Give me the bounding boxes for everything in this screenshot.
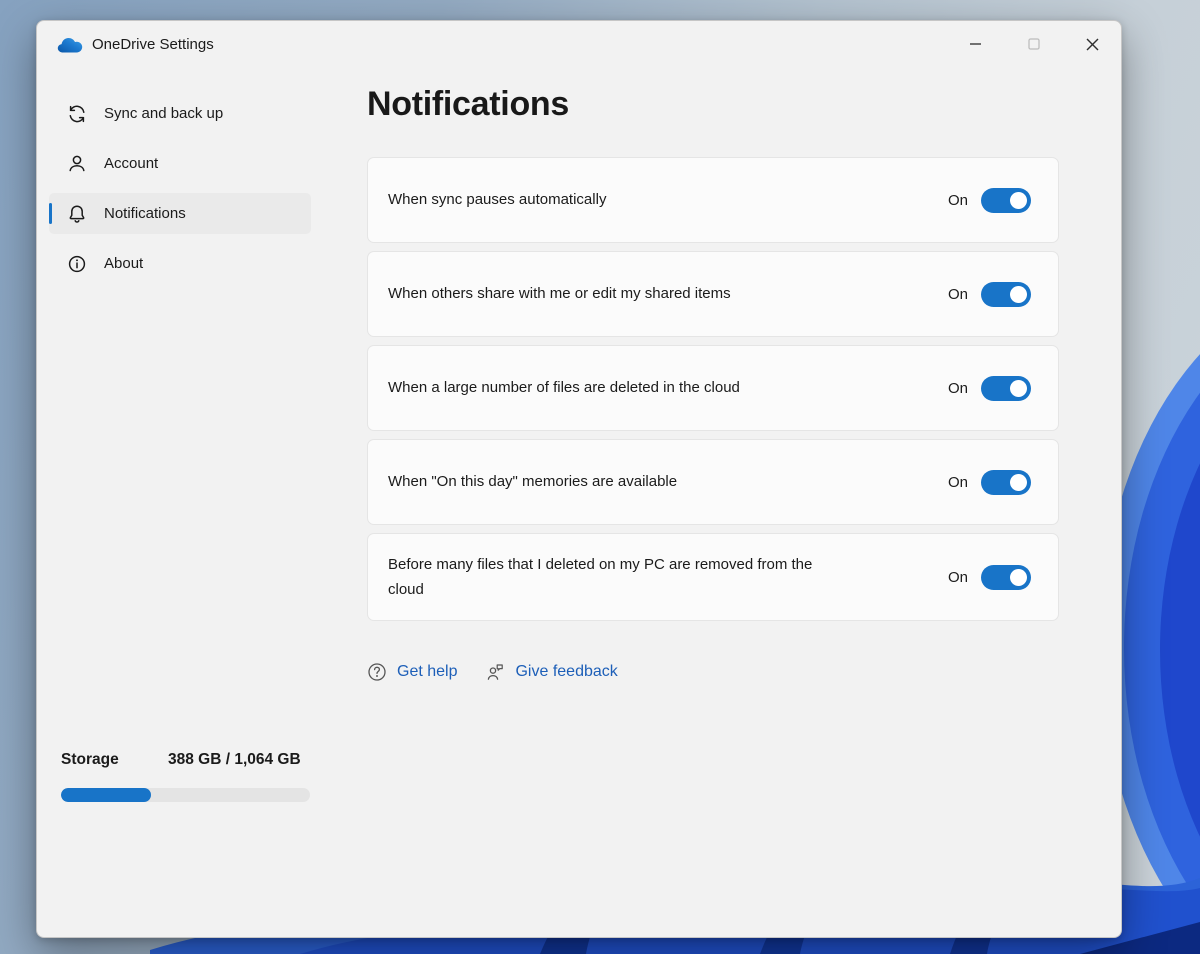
toggle-switch[interactable] (981, 565, 1031, 590)
onedrive-settings-window: OneDrive Settings Sync and back up (36, 20, 1122, 938)
setting-label: When "On this day" memories are availabl… (388, 469, 677, 495)
setting-card-others-share: When others share with me or edit my sha… (367, 251, 1059, 337)
toggle-state-label: On (948, 474, 968, 491)
help-links-row: Get help Give feedback (367, 662, 646, 682)
maximize-icon (1028, 38, 1040, 50)
storage-label: Storage (61, 751, 119, 769)
toggle-knob (1010, 192, 1027, 209)
toggle-knob (1010, 380, 1027, 397)
onedrive-cloud-icon (57, 36, 83, 53)
minimize-button[interactable] (947, 21, 1005, 67)
sidebar-item-label: Sync and back up (104, 105, 223, 122)
toggle-switch[interactable] (981, 376, 1031, 401)
sidebar-item-label: Notifications (104, 205, 186, 222)
setting-label: When others share with me or edit my sha… (388, 281, 731, 307)
give-feedback-link[interactable]: Give feedback (485, 662, 617, 682)
setting-label: When sync pauses automatically (388, 187, 606, 213)
help-circle-icon (367, 662, 387, 682)
toggle-knob (1010, 286, 1027, 303)
storage-value: 388 GB / 1,064 GB (168, 751, 301, 769)
person-icon (67, 154, 87, 174)
setting-card-sync-pauses: When sync pauses automatically On (367, 157, 1059, 243)
setting-label: Before many files that I deleted on my P… (388, 552, 828, 603)
sidebar-item-about[interactable]: About (49, 243, 311, 284)
setting-card-files-deleted-cloud: When a large number of files are deleted… (367, 345, 1059, 431)
toggle-switch[interactable] (981, 188, 1031, 213)
toggle-state-label: On (948, 569, 968, 586)
page-title: Notifications (367, 85, 569, 124)
bell-icon (67, 204, 87, 224)
toggle-knob (1010, 474, 1027, 491)
window-title: OneDrive Settings (92, 36, 214, 53)
toggle-state-label: On (948, 286, 968, 303)
storage-progress-fill (61, 788, 151, 802)
sidebar-item-sync-and-back-up[interactable]: Sync and back up (49, 93, 311, 134)
toggle-switch[interactable] (981, 470, 1031, 495)
storage-progress-bar (61, 788, 310, 802)
maximize-button[interactable] (1005, 21, 1063, 67)
get-help-link[interactable]: Get help (367, 662, 457, 682)
toggle-knob (1010, 569, 1027, 586)
give-feedback-label: Give feedback (515, 663, 617, 681)
toggle-switch[interactable] (981, 282, 1031, 307)
sidebar-item-label: About (104, 255, 143, 272)
close-icon (1086, 38, 1099, 51)
info-icon (67, 254, 87, 274)
get-help-label: Get help (397, 663, 457, 681)
setting-label: When a large number of files are deleted… (388, 375, 740, 401)
sidebar-item-account[interactable]: Account (49, 143, 311, 184)
sidebar-item-label: Account (104, 155, 158, 172)
setting-card-on-this-day: When "On this day" memories are availabl… (367, 439, 1059, 525)
minimize-icon (970, 38, 982, 50)
selection-accent-bar (49, 203, 52, 224)
setting-card-before-removal: Before many files that I deleted on my P… (367, 533, 1059, 621)
toggle-state-label: On (948, 380, 968, 397)
toggle-state-label: On (948, 192, 968, 209)
sidebar-item-notifications[interactable]: Notifications (49, 193, 311, 234)
feedback-icon (485, 662, 505, 682)
titlebar[interactable]: OneDrive Settings (37, 21, 1121, 67)
close-button[interactable] (1063, 21, 1121, 67)
sync-icon (67, 104, 87, 124)
